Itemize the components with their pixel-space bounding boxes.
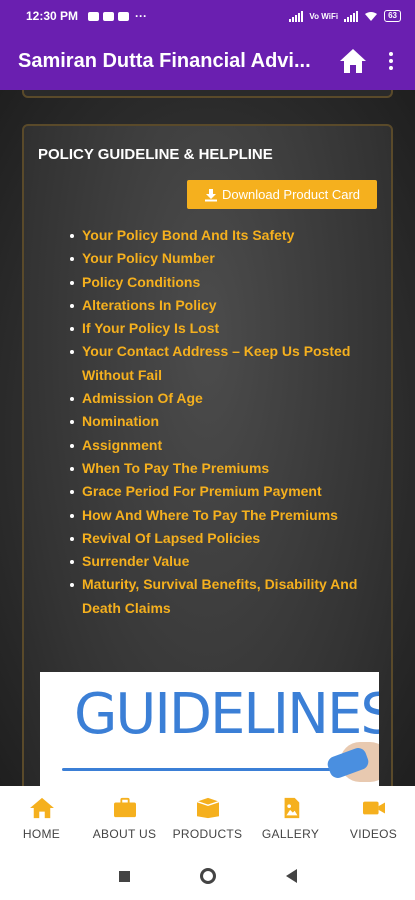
signal-icon <box>289 10 304 22</box>
app-title: Samiran Dutta Financial Advi... <box>18 49 311 72</box>
policy-guideline-card: POLICY GUIDELINE & HELPLINE Download Pro… <box>22 124 393 786</box>
guideline-item[interactable]: Revival Of Lapsed Policies <box>68 527 378 550</box>
guideline-item[interactable]: Policy Conditions <box>68 271 378 294</box>
status-right: Vo WiFi 63 <box>289 10 401 22</box>
nav-home[interactable]: HOME <box>0 786 83 852</box>
more-notifications-icon: ··· <box>135 9 148 23</box>
wifi-icon <box>365 11 378 21</box>
guideline-item[interactable]: How And Where To Pay The Premiums <box>68 504 378 527</box>
notification-icons <box>88 11 130 21</box>
guideline-item[interactable]: Nomination <box>68 410 378 433</box>
bottom-navigation: HOME ABOUT US PRODUCTS GALLERY VIDEOS <box>0 786 415 852</box>
download-icon <box>204 188 217 201</box>
guidelines-image: GUIDELINES <box>40 672 379 786</box>
status-time: 12:30 PM <box>26 9 79 23</box>
guideline-item[interactable]: Maturity, Survival Benefits, Disability … <box>68 573 378 620</box>
guideline-item[interactable]: Your Contact Address – Keep Us Posted Wi… <box>68 340 378 387</box>
app-icon <box>118 11 130 21</box>
image-underline <box>62 768 332 771</box>
home-icon <box>340 49 366 73</box>
system-home-button[interactable] <box>199 868 216 884</box>
guideline-item[interactable]: Alterations In Policy <box>68 294 378 317</box>
guidelines-image-text: GUIDELINES <box>74 682 379 747</box>
guideline-item[interactable]: Your Policy Bond And Its Safety <box>68 224 378 247</box>
more-options-button[interactable] <box>381 45 401 77</box>
download-product-card-button[interactable]: Download Product Card <box>187 180 377 209</box>
battery-icon: 63 <box>384 10 401 22</box>
download-label: Download Product Card <box>221 187 361 202</box>
guideline-item[interactable]: Grace Period For Premium Payment <box>68 480 378 503</box>
guideline-item[interactable]: If Your Policy Is Lost <box>68 317 378 340</box>
system-navigation-bar <box>0 852 415 900</box>
box-icon <box>196 797 219 819</box>
more-vert-icon <box>389 52 393 56</box>
video-camera-icon <box>362 801 385 815</box>
back-button[interactable] <box>285 869 297 883</box>
nav-gallery[interactable]: GALLERY <box>249 786 332 852</box>
app-bar: Samiran Dutta Financial Advi... <box>0 32 415 90</box>
message-icon <box>88 11 100 21</box>
nav-label: ABOUT US <box>92 827 157 841</box>
previous-card <box>22 90 393 98</box>
briefcase-icon <box>113 797 136 818</box>
nav-about-us[interactable]: ABOUT US <box>83 786 166 852</box>
status-bar: 12:30 PM ··· Vo WiFi 63 <box>0 0 415 32</box>
guideline-item[interactable]: Assignment <box>68 434 378 457</box>
guideline-item[interactable]: Your Policy Number <box>68 247 378 270</box>
car-icon <box>103 11 115 21</box>
guideline-item[interactable]: Admission Of Age <box>68 387 378 410</box>
network-label: Vo WiFi <box>309 11 339 21</box>
guideline-item[interactable]: When To Pay The Premiums <box>68 457 378 480</box>
card-title: POLICY GUIDELINE & HELPLINE <box>38 146 273 163</box>
status-left: 12:30 PM ··· <box>26 9 147 23</box>
home-icon <box>29 797 54 819</box>
recents-button[interactable] <box>118 870 130 882</box>
signal-icon-2 <box>344 10 359 22</box>
nav-label: PRODUCTS <box>172 827 243 841</box>
image-file-icon <box>284 797 299 819</box>
main-content[interactable]: POLICY GUIDELINE & HELPLINE Download Pro… <box>0 90 415 786</box>
guideline-item[interactable]: Surrender Value <box>68 550 378 573</box>
home-button[interactable] <box>337 45 369 77</box>
nav-videos[interactable]: VIDEOS <box>332 786 415 852</box>
nav-products[interactable]: PRODUCTS <box>166 786 249 852</box>
nav-label: HOME <box>22 827 61 841</box>
nav-label: VIDEOS <box>349 827 398 841</box>
nav-label: GALLERY <box>261 827 320 841</box>
guideline-list: Your Policy Bond And Its Safety Your Pol… <box>68 224 378 620</box>
